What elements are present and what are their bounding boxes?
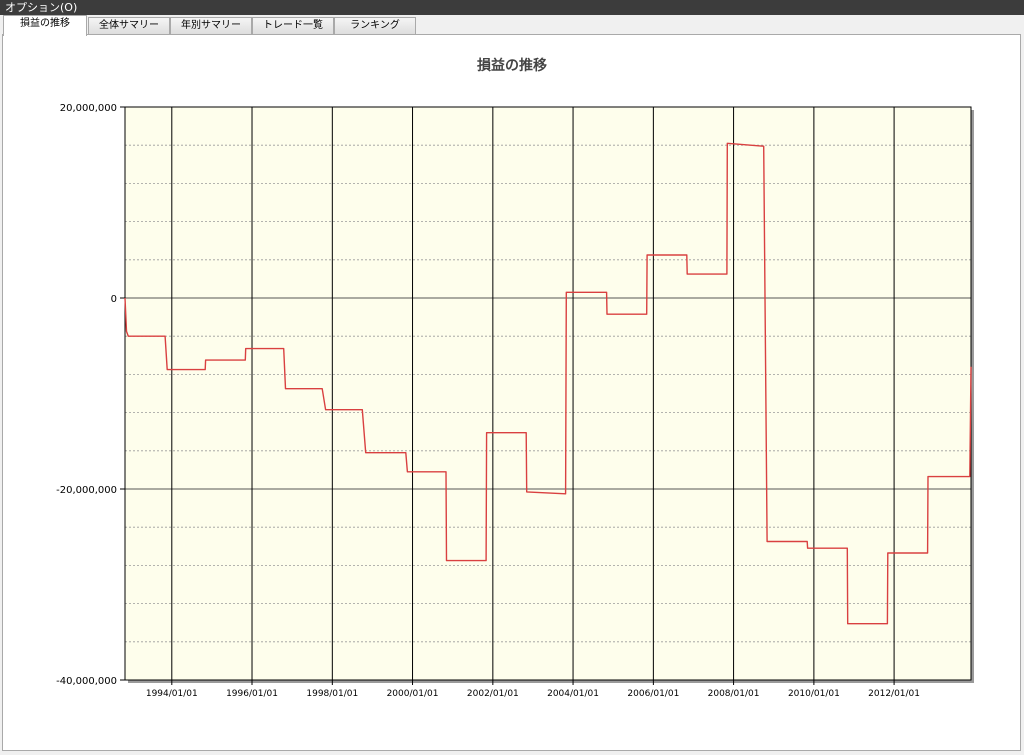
y-tick-label: -40,000,000 xyxy=(56,676,117,687)
x-tick-label: 2010/01/01 xyxy=(788,689,840,699)
y-axis: 20,000,000 0 -20,000,000 -40,000,000 xyxy=(56,103,125,687)
y-tick-label: 20,000,000 xyxy=(60,103,117,114)
x-tick-label: 1998/01/01 xyxy=(306,689,358,699)
x-tick-label: 2012/01/01 xyxy=(868,689,920,699)
x-tick-label: 1994/01/01 xyxy=(146,689,198,699)
tab-profit-trend[interactable]: 損益の推移 xyxy=(3,15,87,36)
x-tick-label: 2002/01/01 xyxy=(467,689,519,699)
x-tick-label: 2000/01/01 xyxy=(387,689,439,699)
y-tick-label: 0 xyxy=(111,294,117,305)
y-tick-label: -20,000,000 xyxy=(56,485,117,496)
x-tick-label: 2004/01/01 xyxy=(547,689,599,699)
chart-title: 損益の推移 xyxy=(477,57,547,74)
x-tick-label: 2008/01/01 xyxy=(708,689,760,699)
x-tick-label: 2006/01/01 xyxy=(627,689,679,699)
x-tick-label: 1996/01/01 xyxy=(226,689,278,699)
profit-chart: 損益の推移 20,000,0000-20,000,000-40,000,000 … xyxy=(56,57,974,699)
